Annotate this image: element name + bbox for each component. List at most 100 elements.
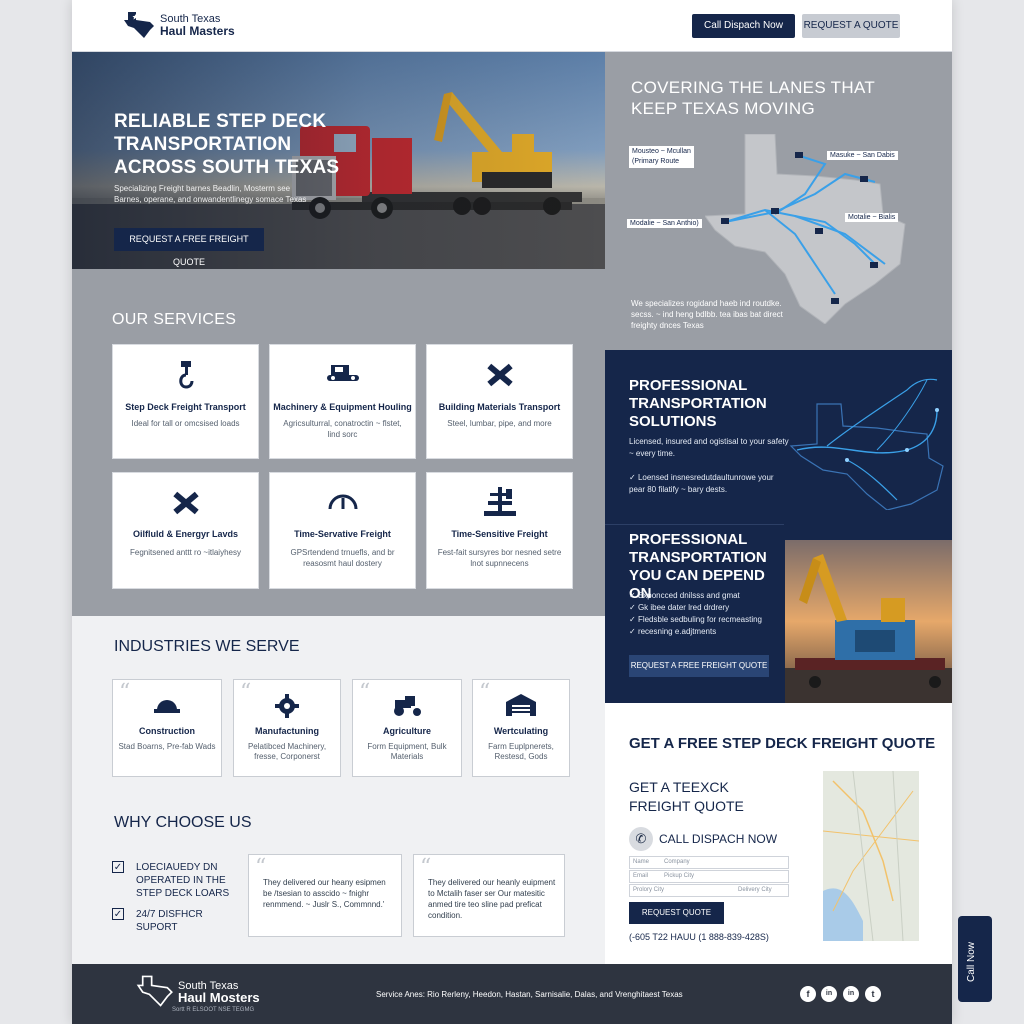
service-areas-text: Service Anes: Rio Rerleny, Heedon, Hasta…	[376, 990, 683, 999]
request-quote-button[interactable]: Request a Quote	[802, 14, 900, 38]
bullet-text: Gk ibee dater lred drdrery	[637, 603, 730, 612]
quote-subtitle: GET A TEEXCK FREIGHT QUOTE	[629, 779, 744, 814]
professional-bullet-text: Loensed insnesredutdaultunrowe your pear…	[629, 473, 774, 494]
company-field[interactable]: Company	[664, 857, 690, 868]
check-icon: ✓	[629, 473, 638, 482]
route-label-d: Motalie ~ Bialis	[845, 213, 899, 222]
coverage-title: COVERING THE LANES THAT KEEP TEXAS MOVIN…	[631, 78, 875, 118]
form-row-1: Name Company	[629, 856, 789, 869]
service-title: Machinery & Equipment Houling	[273, 402, 412, 412]
checkbox-icon: ✓	[112, 861, 124, 873]
floating-call-button[interactable]: Call Now	[958, 916, 992, 1002]
route-label-b: Masuke ~ San Dabis	[827, 151, 898, 160]
name-field[interactable]: Name	[633, 859, 649, 865]
quote-mark-icon: “	[240, 680, 252, 705]
professional-bullets: ✓ Exponcced dnilsss and gmat ✓ Gk ibee d…	[629, 590, 789, 638]
industry-title: Wertculating	[493, 726, 549, 736]
facebook-icon[interactable]: f	[800, 986, 816, 1002]
service-card[interactable]: Building Materials Transport Steel, lumb…	[426, 344, 573, 459]
service-card[interactable]: Machinery & Equipment Houling Agricsultu…	[269, 344, 416, 459]
service-card[interactable]: Oilfluld & Energyr Lavds Fegnitsened ant…	[112, 472, 259, 589]
machinery-icon	[326, 365, 359, 381]
divider	[605, 524, 784, 525]
industries-section: INDUSTRIES WE SERVE “ Construction Stad …	[72, 616, 605, 964]
route-label-c: Modalie ~ San Anthio)	[627, 219, 702, 228]
bullet-item: ✓ Fledsble sedbuling for recmeasting	[629, 615, 763, 624]
bullet-text: Exponcced dnilsss and gmat	[637, 591, 740, 600]
brand-name: South Texas Haul Masters	[160, 13, 235, 38]
prolory-city-field[interactable]: Prolory City	[633, 887, 664, 893]
why-title: WHY CHOOSE US	[114, 814, 252, 831]
tractor-icon	[394, 696, 421, 716]
service-title: Step Deck Freight Transport	[125, 402, 246, 412]
footer-tagline: Sortt R ELSOOT NSE TEGMG	[172, 1007, 255, 1013]
why-check-text: 24/7 DISFHCR SUPORT	[136, 909, 203, 933]
service-desc: Fest-fait sursyres bor nesned setre lnot…	[437, 548, 562, 568]
testimonial-text: They delivered our heanly euipment to Mc…	[428, 878, 556, 920]
route-label-a: Mousteo ~ Mcullan (Primary Route	[629, 146, 694, 168]
services-section: OUR SERVICES Step Deck Freight Transport…	[72, 269, 605, 616]
industry-desc: Pelatibced Machinery, fresse, Corponerst	[247, 742, 327, 761]
brand-logo[interactable]: South Texas Haul Masters	[122, 8, 252, 44]
route-a-name: Mousteo ~ Mcullan	[632, 148, 691, 155]
submit-quote-button[interactable]: Request quote	[629, 902, 724, 924]
industry-desc: Form Equipment, Bulk Materials	[367, 742, 447, 761]
services-title: OUR SERVICES	[112, 311, 237, 328]
service-card[interactable]: Time-Sensitive Freight Fest-fait sursyre…	[426, 472, 573, 589]
hard-hat-icon	[154, 700, 180, 713]
crane-hook-icon	[178, 361, 193, 389]
testimonial-text: They delivered our heany esipmen be /tse…	[263, 878, 386, 909]
service-desc: GPSrtendend trnuefls, and br reasosmt ha…	[290, 548, 395, 568]
service-card[interactable]: Time-Servative Freight GPSrtendend trnue…	[269, 472, 416, 589]
twitter-icon[interactable]: t	[865, 986, 881, 1002]
quote-title: GET A FREE STEP DECK FREIGHT QUOTE	[629, 735, 936, 752]
testimonial-card: “ They delivered our heany esipmen be /t…	[248, 854, 402, 937]
service-desc: Agricsulturral, conatroctin ~ flstet, li…	[283, 419, 402, 439]
professional-quote-button[interactable]: Request a free freight quote	[629, 655, 769, 677]
hero-quote-button[interactable]: Request a free freight quote	[114, 228, 264, 267]
bullet-text: Fledsble sedbuling for recmeasting	[637, 615, 763, 624]
service-title: Building Materials Transport	[438, 402, 561, 412]
site-footer: South Texas Haul Mosters Sortt R ELSOOT …	[72, 964, 952, 1024]
professional-title: PROFESSIONAL TRANSPORTATION SOLUTIONS	[629, 377, 767, 430]
professional-bullet: ✓ Loensed insnesredutdaultunrowe your pe…	[629, 472, 789, 496]
page: South Texas Haul Masters Call Dispach No…	[72, 0, 952, 1024]
service-title: Time-Servative Freight	[294, 529, 391, 539]
footer-brand-line2: Haul Mosters	[178, 990, 260, 1005]
coverage-note: We specializes rogidand haeb ind routdke…	[631, 299, 783, 330]
industry-card[interactable]: “ Agriculture Form Equipment, Bulk Mater…	[352, 679, 462, 777]
industry-card[interactable]: “ Construction Stad Boarns, Pre-fab Wads	[112, 679, 222, 777]
footer-brand[interactable]: South Texas Haul Mosters	[178, 980, 260, 1004]
why-check-text: LOECIAUEDY DN OPERATED IN THE STEP DECK …	[136, 862, 230, 899]
industry-card[interactable]: “ Wertculating Farm Euplpnerets, Restesd…	[472, 679, 570, 777]
footer-texas-logo-icon	[136, 975, 173, 1007]
pickup-city-field[interactable]: Pickup City	[664, 871, 694, 882]
service-title: Time-Sensitive Freight	[451, 529, 548, 539]
service-desc: Ideal for tall or omcsised loads	[131, 419, 240, 428]
gear-icon	[275, 694, 299, 718]
coverage-section: COVERING THE LANES THAT KEEP TEXAS MOVIN…	[605, 52, 952, 350]
quote-mark-icon: “	[479, 680, 491, 705]
delivery-city-field[interactable]: Delivery City	[738, 885, 772, 896]
bullet-text: recesning e.adjtments	[637, 627, 717, 636]
linkedin-icon[interactable]: in	[821, 986, 837, 1002]
industry-title: Construction	[139, 726, 195, 736]
bullet-item: ✓ Exponcced dnilsss and gmat	[629, 591, 740, 600]
call-dispatch-text[interactable]: CALL DISPACH NOW	[659, 832, 777, 846]
linkedin-icon-2[interactable]: in	[843, 986, 859, 1002]
dispatch-phone-number[interactable]: (-605 T22 HAUU (1 888-839-428S)	[629, 932, 769, 942]
bullet-item: ✓ recesning e.adjtments	[629, 627, 717, 636]
why-check-item: ✓ LOECIAUEDY DN OPERATED IN THE STEP DEC…	[112, 861, 242, 900]
industry-card[interactable]: “ Manufactuning Pelatibced Machinery, fr…	[233, 679, 341, 777]
service-title: Oilfluld & Energyr Lavds	[132, 529, 239, 539]
hero-subtitle: Specializing Freight barnes Beadlin, Mos…	[114, 184, 307, 204]
industry-title: Agriculture	[382, 726, 431, 736]
service-card[interactable]: Step Deck Freight Transport Ideal for ta…	[112, 344, 259, 459]
email-field[interactable]: Email	[633, 873, 648, 879]
quote-mark-icon: “	[119, 680, 131, 705]
industries-title: INDUSTRIES WE SERVE	[114, 638, 300, 655]
checkbox-icon: ✓	[112, 908, 124, 920]
hero-title: RELIABLE STEP DECK TRANSPORTATION ACROSS…	[114, 111, 340, 178]
call-dispatch-button[interactable]: Call Dispach Now	[692, 14, 795, 38]
hero-section: RELIABLE STEP DECK TRANSPORTATION ACROSS…	[72, 52, 605, 269]
